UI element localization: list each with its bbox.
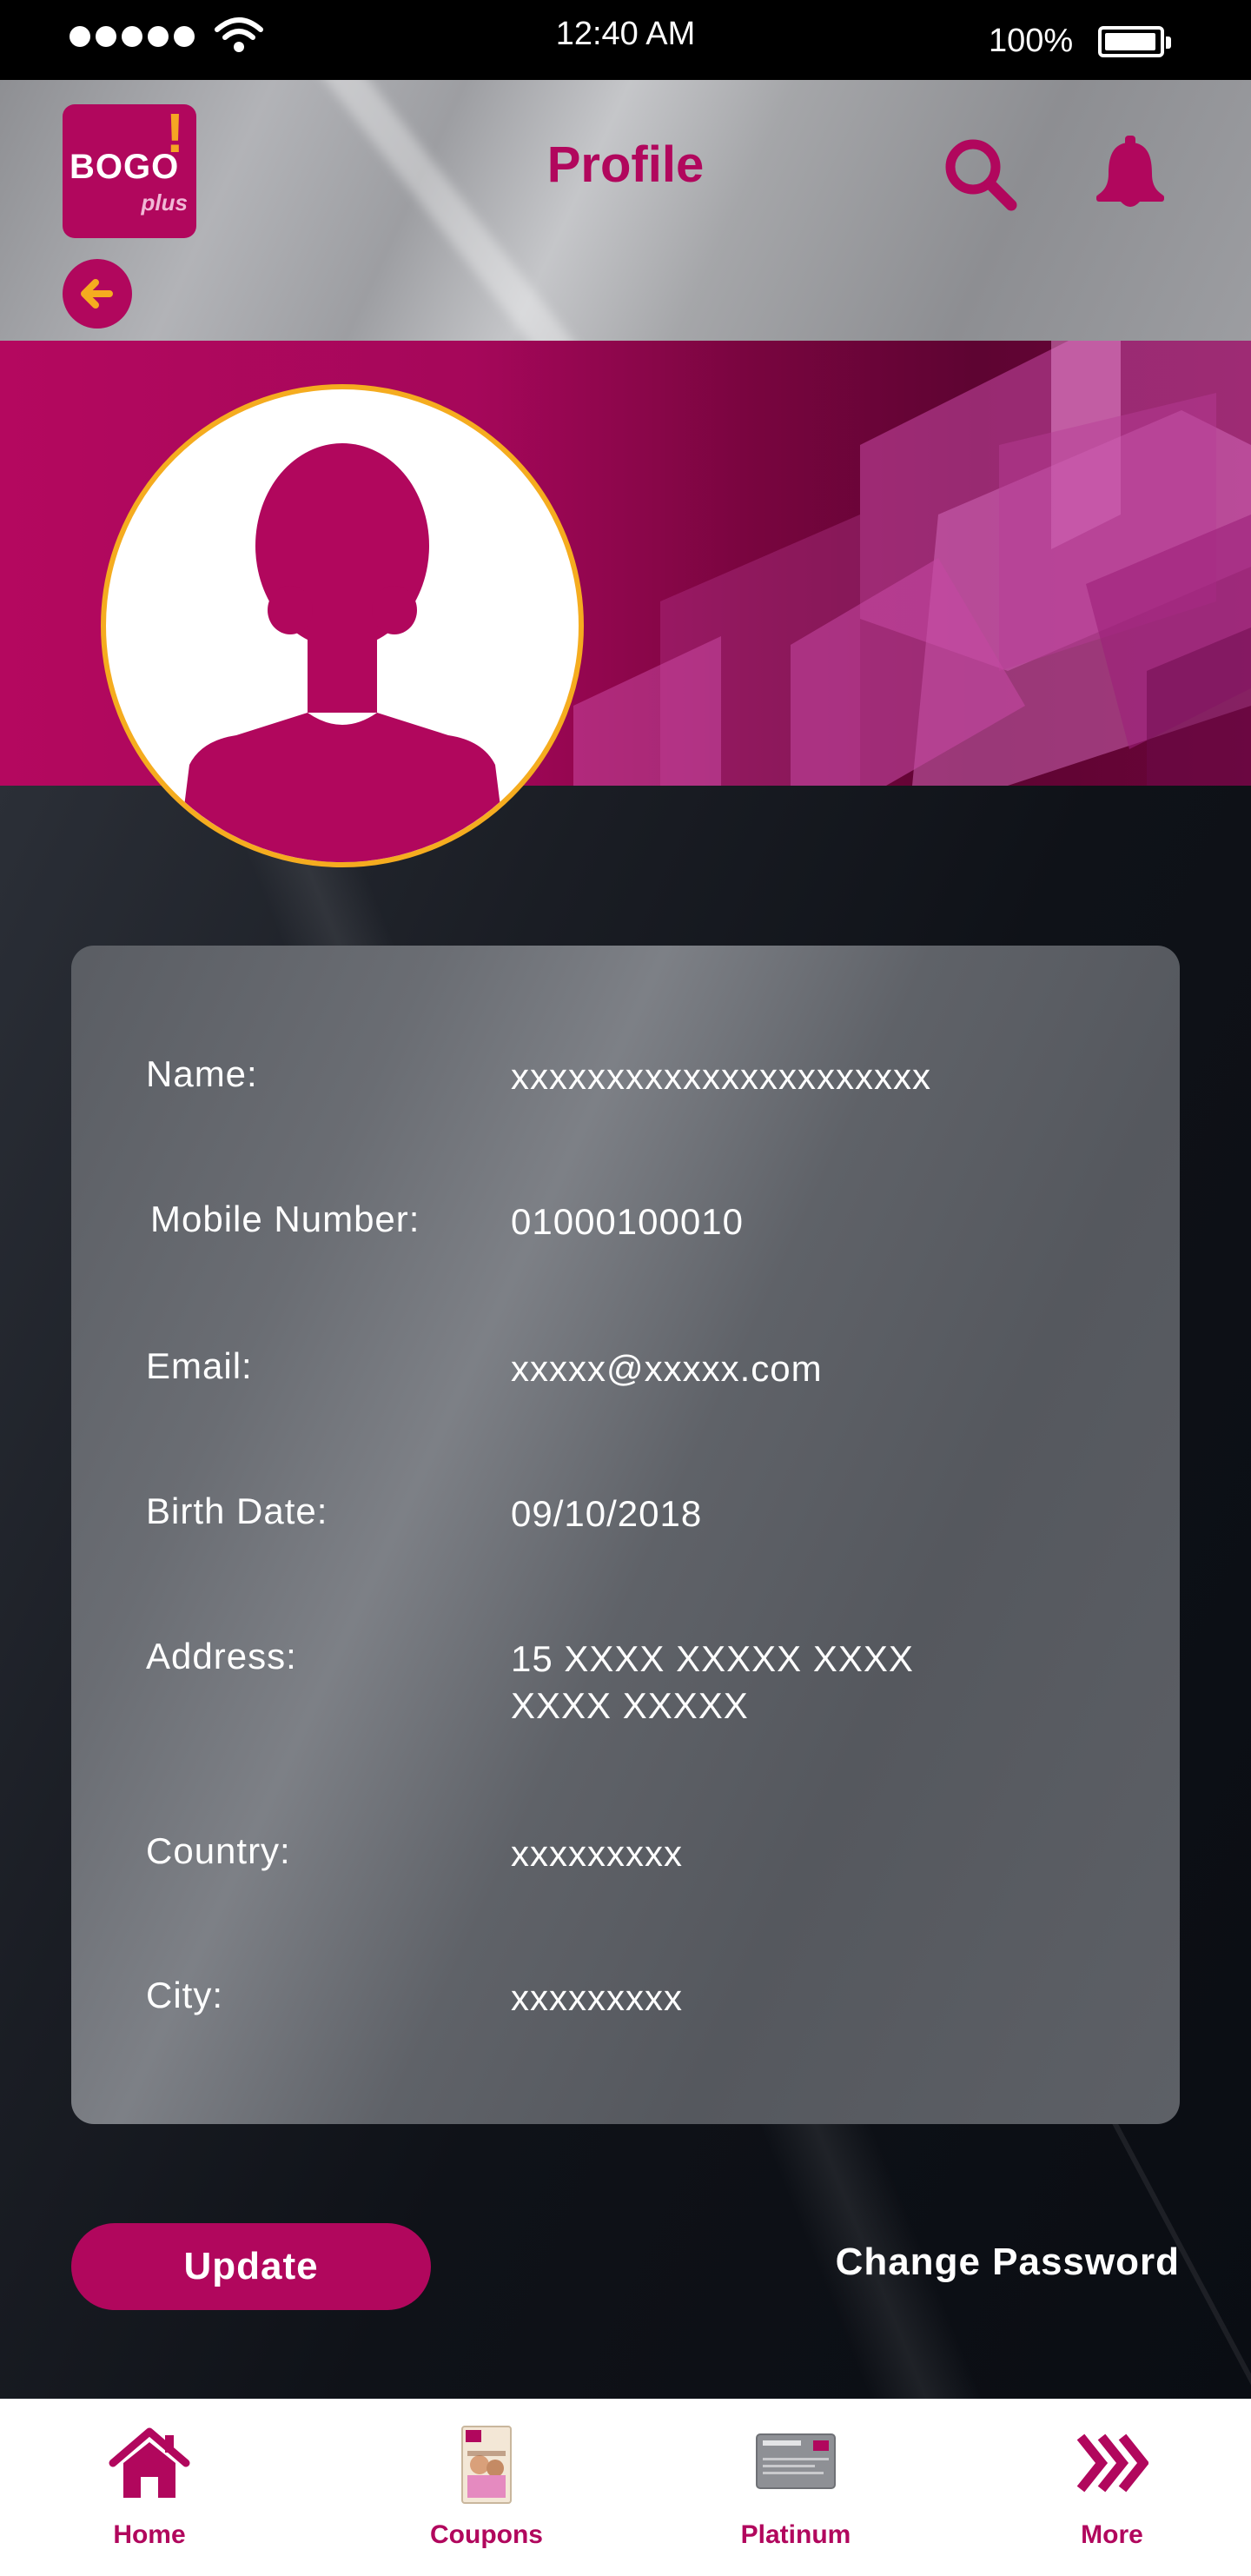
nav-label: Home [113, 2520, 186, 2549]
field-label: Birth Date: [146, 1490, 328, 1531]
nav-item-platinum[interactable]: Platinum [709, 2399, 883, 2576]
search-icon[interactable] [940, 134, 1020, 214]
home-icon [109, 2427, 190, 2498]
field-label: Address: [146, 1636, 297, 1676]
bell-icon[interactable] [1093, 132, 1168, 212]
chevrons-right-icon [1076, 2433, 1148, 2493]
profile-screen: 12:40 AM 100% ! BOGO plus Profile Name: … [0, 0, 1251, 2576]
profile-details-card: Name: xxxxxxxxxxxxxxxxxxxxxx Mobile Numb… [71, 946, 1180, 2124]
platinum-card-icon [756, 2433, 836, 2489]
battery-percentage: 100% [989, 23, 1074, 59]
field-label: Email: [146, 1345, 253, 1386]
nav-item-more[interactable]: More [1025, 2399, 1199, 2576]
field-value: 09/10/2018 [511, 1493, 703, 1534]
field-label: Name: [146, 1053, 258, 1094]
change-password-link[interactable]: Change Password [836, 2241, 1180, 2284]
field-label: City: [146, 1975, 223, 2015]
update-button[interactable]: Update [71, 2223, 431, 2310]
nav-label: More [1081, 2520, 1143, 2549]
user-silhouette-icon [177, 443, 507, 862]
field-value: 15 XXXX XXXXX XXXX XXXX XXXXX [511, 1638, 914, 1726]
back-button[interactable] [63, 259, 132, 329]
arrow-left-icon [81, 279, 113, 309]
field-value: xxxxx@xxxxx.com [511, 1348, 823, 1389]
page-title: Profile [546, 136, 705, 193]
app-header: ! BOGO plus Profile [0, 80, 1251, 341]
bottom-navigation: Home Coupons Platinum More [0, 2399, 1251, 2576]
field-value: xxxxxxxxxxxxxxxxxxxxxx [511, 1056, 931, 1097]
profile-avatar[interactable] [101, 384, 584, 867]
field-label: Country: [146, 1830, 291, 1871]
status-bar: 12:40 AM 100% [0, 0, 1251, 80]
field-value: xxxxxxxxx [511, 1977, 683, 2018]
battery-icon [1098, 26, 1171, 57]
nav-item-coupons[interactable]: Coupons [400, 2399, 573, 2576]
field-value: xxxxxxxxx [511, 1833, 683, 1874]
field-value: 01000100010 [511, 1201, 744, 1242]
nav-item-home[interactable]: Home [63, 2399, 236, 2576]
nav-label: Platinum [740, 2520, 851, 2549]
nav-label: Coupons [430, 2520, 543, 2549]
coupons-book-icon [461, 2426, 512, 2504]
field-label: Mobile Number: [150, 1198, 420, 1239]
